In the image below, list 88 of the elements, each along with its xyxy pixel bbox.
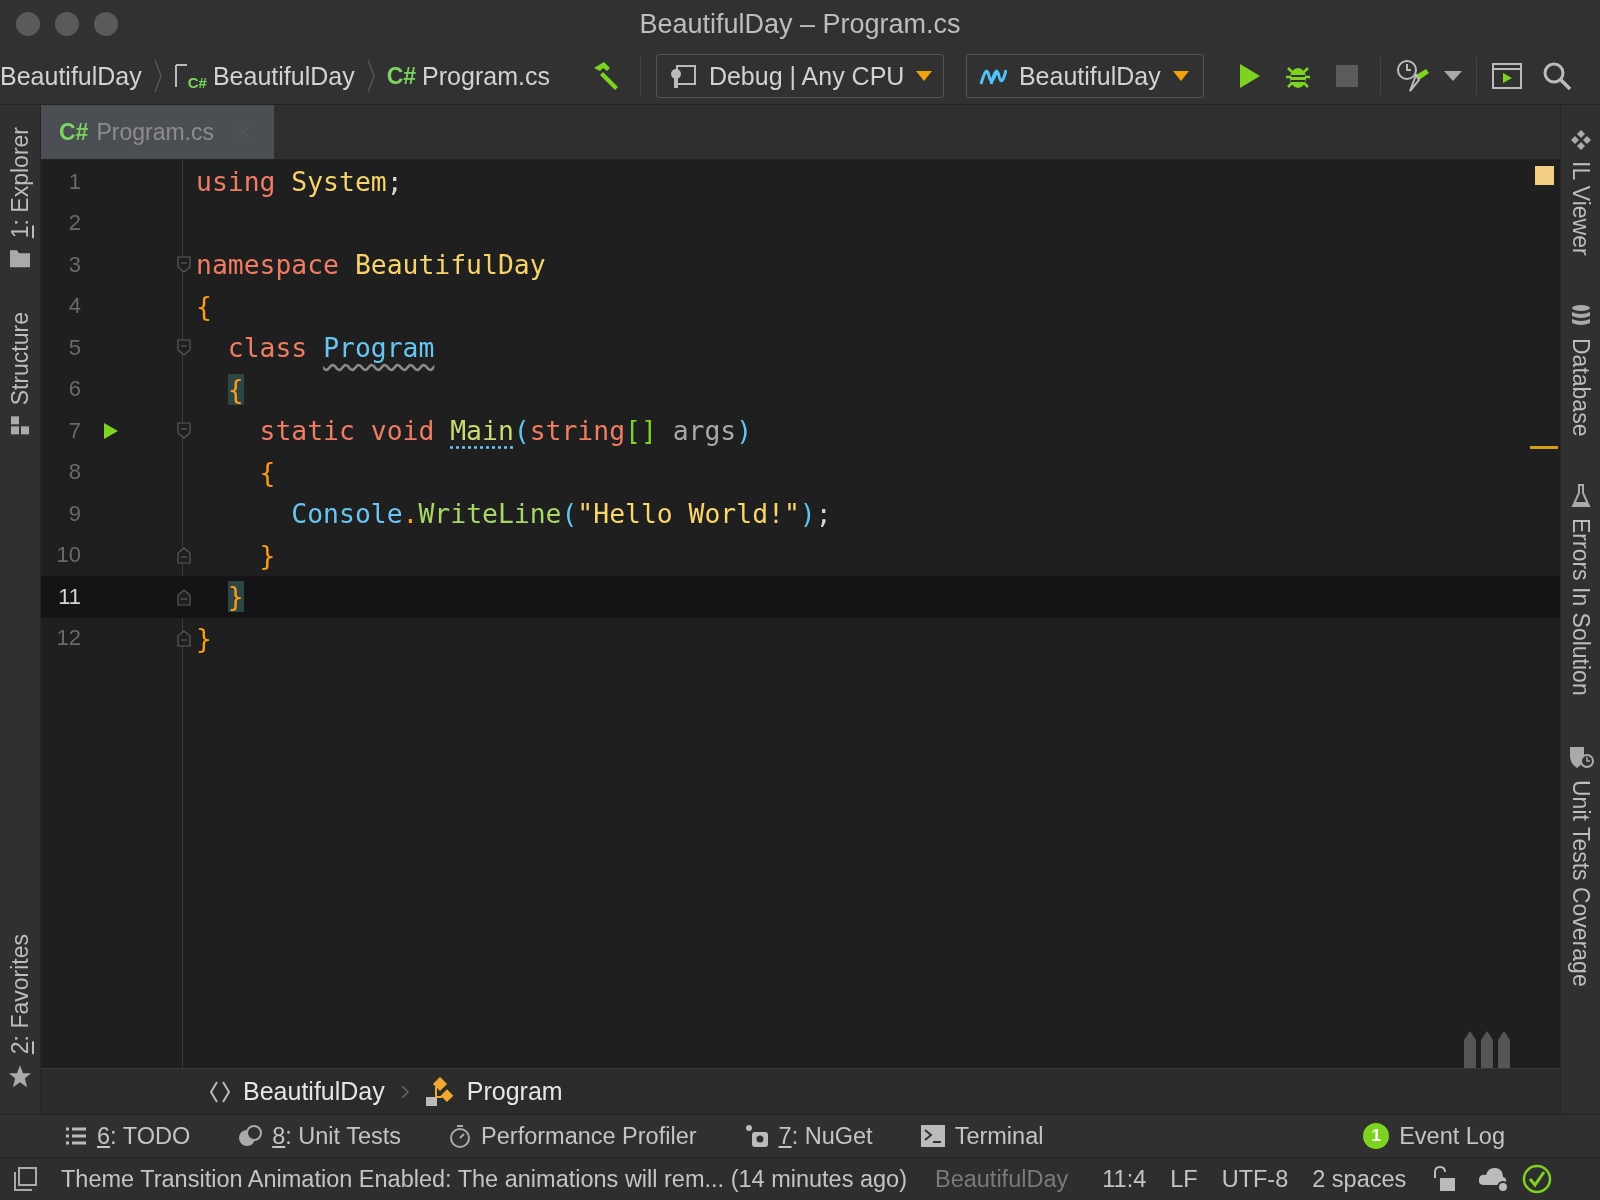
- code-line: using System;: [196, 166, 403, 198]
- build-config-dropdown[interactable]: Debug | Any CPU: [655, 54, 944, 98]
- structure-icon: [10, 415, 30, 436]
- chevron-icon: [400, 1084, 409, 1099]
- code-line: {: [196, 290, 212, 322]
- run-icon[interactable]: [103, 421, 119, 440]
- project-name: BeautifulDay: [935, 1165, 1069, 1193]
- fold-icon[interactable]: [177, 546, 191, 565]
- editor-tab[interactable]: C# Program.cs: [41, 105, 274, 159]
- list-icon: [65, 1127, 87, 1145]
- class-icon: [424, 1076, 455, 1107]
- fold-icon[interactable]: [177, 338, 191, 357]
- package-icon: [744, 1124, 769, 1148]
- line-number: 5: [67, 334, 81, 361]
- chevron-icon: [365, 58, 376, 94]
- side-tab[interactable]: Structure: [6, 308, 34, 440]
- check-icon[interactable]: [1522, 1164, 1553, 1194]
- run-icon[interactable]: [1237, 63, 1262, 89]
- fold-icon[interactable]: [177, 587, 191, 606]
- scrollbar-marker[interactable]: [1530, 446, 1558, 449]
- panel-toggle-icon[interactable]: [13, 1167, 37, 1191]
- fold-icon[interactable]: [177, 421, 191, 440]
- code-line: }: [196, 622, 212, 654]
- line-separator[interactable]: LF: [1170, 1165, 1198, 1193]
- window-button[interactable]: [55, 12, 79, 36]
- line-number: 10: [55, 542, 81, 569]
- breadcrumb-item[interactable]: Program: [424, 1076, 563, 1107]
- folder-icon: [9, 248, 31, 269]
- breadcrumb-item[interactable]: C# BeautifulDay: [173, 61, 355, 91]
- fold-icon[interactable]: [177, 255, 191, 274]
- line-number: 12: [55, 625, 81, 652]
- fold-icon[interactable]: [177, 629, 191, 648]
- terminal-icon: [920, 1125, 945, 1147]
- line-number: 3: [67, 251, 81, 278]
- status-message[interactable]: Theme Transition Animation Enabled: The animations will rem... (14 minutes ago): [61, 1165, 907, 1193]
- flask-icon: [1570, 484, 1591, 509]
- profiler-icon[interactable]: [1395, 59, 1430, 93]
- dropdown-caret-icon: [1172, 71, 1189, 81]
- dropdown-caret-icon[interactable]: [1443, 71, 1462, 81]
- side-tab[interactable]: Unit Tests Coverage: [1567, 739, 1594, 991]
- tool-window-button[interactable]: Terminal: [920, 1122, 1044, 1150]
- code-line: Console.WriteLine("Hello World!");: [290, 498, 832, 530]
- window-button[interactable]: [94, 12, 118, 36]
- breadcrumb-item[interactable]: BeautifulDay: [209, 1077, 385, 1106]
- indent-setting[interactable]: 2 spaces: [1312, 1165, 1407, 1193]
- tool-window-button[interactable]: 6: TODO: [65, 1122, 191, 1150]
- tool-window-button[interactable]: 8: Unit Tests: [238, 1122, 402, 1150]
- line-number: 4: [67, 293, 81, 320]
- event-log-button[interactable]: 1 Event Log: [1363, 1122, 1505, 1150]
- tool-window-button[interactable]: 7: NuGet: [744, 1122, 873, 1150]
- code-line: }: [258, 539, 276, 571]
- side-tab[interactable]: 2: Favorites: [6, 929, 34, 1092]
- line-number: 2: [67, 210, 81, 237]
- stopwatch-icon: [449, 1124, 472, 1148]
- file-encoding[interactable]: UTF-8: [1221, 1165, 1289, 1193]
- breadcrumb-item[interactable]: C# Program.cs: [386, 61, 550, 91]
- run-window-icon[interactable]: [1491, 63, 1522, 89]
- config-icon: [668, 63, 697, 89]
- tool-window-button[interactable]: Performance Profiler: [449, 1122, 697, 1150]
- star-icon: [8, 1064, 32, 1088]
- side-tab[interactable]: Database: [1567, 299, 1594, 441]
- line-number: 1: [67, 168, 81, 195]
- side-tab[interactable]: 1: Explorer: [6, 123, 34, 273]
- line-number: 7: [67, 417, 81, 444]
- unlock-icon[interactable]: [1434, 1166, 1457, 1192]
- diamonds-icon: [1569, 129, 1592, 151]
- window-title: BeautifulDay – Program.cs: [639, 8, 961, 40]
- code-line: static void Main(string[] args): [258, 415, 753, 447]
- line-number: 11: [57, 583, 81, 610]
- line-number: 8: [67, 459, 81, 486]
- breadcrumb-item[interactable]: BeautifulDay: [0, 61, 142, 91]
- dropdown-caret-icon: [916, 71, 933, 81]
- search-icon[interactable]: [1541, 61, 1572, 91]
- unit-tests-icon: [238, 1124, 263, 1148]
- notification-count: 1: [1363, 1123, 1390, 1149]
- window-button[interactable]: [16, 12, 40, 36]
- line-number: 9: [67, 500, 81, 527]
- line-number: 6: [67, 376, 81, 403]
- database-icon: [1569, 303, 1592, 328]
- run-config-dropdown[interactable]: BeautifulDay: [965, 54, 1204, 98]
- code-line: {: [258, 456, 276, 488]
- code-line: namespace BeautifulDay: [196, 249, 546, 281]
- chevron-icon: [152, 58, 163, 94]
- side-tab[interactable]: IL Viewer: [1567, 125, 1594, 260]
- caret-position[interactable]: 11:4: [1102, 1165, 1147, 1193]
- braces-icon: [209, 1079, 231, 1104]
- side-tab[interactable]: Errors In Solution: [1567, 480, 1594, 700]
- code-line: class Program: [226, 332, 435, 364]
